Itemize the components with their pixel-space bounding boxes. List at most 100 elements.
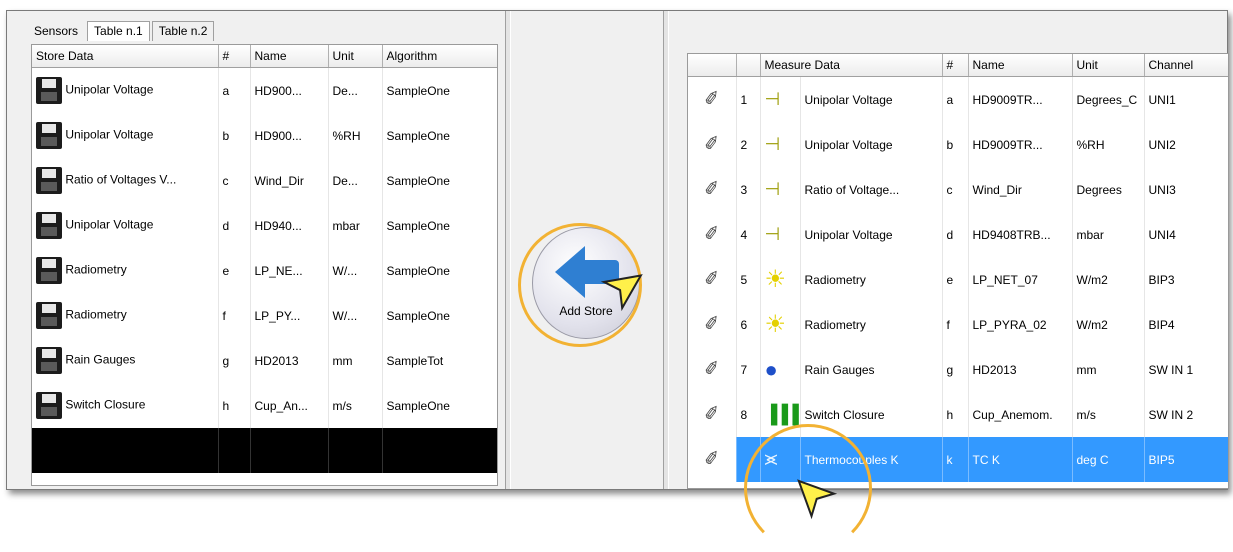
column-header-pen[interactable] [688,54,737,77]
column-header-index[interactable] [736,54,761,77]
row-name: Wind_Dir [250,158,329,203]
row-channel: BIP4 [1144,302,1228,347]
column-header-channel[interactable]: Channel [1144,54,1228,77]
measure-description: Rain Gauges [800,347,943,392]
floppy-disk-icon [36,122,62,149]
table-row[interactable]: ✐ 1 ⊣ Unipolar Voltage a HD9009TR... Deg… [688,76,1228,122]
column-header-algorithm[interactable]: Algorithm [382,45,497,68]
row-unit: mm [1072,347,1145,392]
measure-description: Ratio of Voltage... [800,167,943,212]
row-name: Cup_Anemom. [968,392,1073,437]
measure-description: Radiometry [800,302,943,347]
row-index: 7 [736,347,761,392]
row-id: a [218,67,251,113]
table-row[interactable]: ✐ 4 ⊣ Unipolar Voltage d HD9408TRB... mb… [688,212,1228,257]
pen-icon: ✐ [702,177,722,202]
row-channel: SW IN 1 [1144,347,1228,392]
left-splitter[interactable] [505,11,511,489]
row-name: Wind_Dir [968,167,1073,212]
row-index: 6 [736,302,761,347]
row-algorithm: SampleOne [382,67,497,113]
pen-icon: ✐ [702,312,722,337]
store-description: Switch Closure [65,397,146,412]
row-channel: UNI1 [1144,76,1228,122]
floppy-disk-icon [36,77,62,104]
row-unit: m/s [328,383,383,428]
floppy-disk-icon [36,347,62,374]
column-header-number[interactable]: # [942,54,969,77]
row-algorithm: SampleOne [382,113,497,158]
table-row[interactable]: Unipolar Voltage d HD940... mbar SampleO… [32,203,497,248]
tab-table-1[interactable]: Table n.1 [87,21,150,41]
table-row[interactable]: Unipolar Voltage a HD900... De... Sample… [32,67,497,113]
row-unit: mbar [328,203,383,248]
column-header-name[interactable]: Name [250,45,329,68]
column-header-measure-data[interactable]: Measure Data [760,54,943,77]
store-description: Radiometry [65,262,127,277]
row-name: HD900... [250,113,329,158]
row-index: 8 [736,392,761,437]
table-row[interactable]: ✐ 5 ☀ Radiometry e LP_NET_07 W/m2 BIP3 [688,257,1228,302]
empty-table-row [32,428,497,473]
row-id: c [218,158,251,203]
row-name: LP_PYRA_02 [968,302,1073,347]
right-splitter[interactable] [663,11,669,489]
row-name: LP_NET_07 [968,257,1073,302]
row-name: LP_NE... [250,248,329,293]
row-id: b [942,122,969,167]
measure-data-grid: Measure Data # Name Unit Channel ✐ 1 ⊣ U… [687,53,1229,489]
row-unit: W/m2 [1072,257,1145,302]
table-row[interactable]: Radiometry e LP_NE... W/... SampleOne [32,248,497,293]
pen-icon: ✐ [702,222,722,247]
row-channel: UNI3 [1144,167,1228,212]
column-header-name[interactable]: Name [968,54,1073,77]
row-id: e [942,257,969,302]
floppy-disk-icon [36,212,62,239]
row-index: 2 [736,122,761,167]
row-name: HD2013 [968,347,1073,392]
store-description: Radiometry [65,307,127,322]
row-unit: m/s [1072,392,1145,437]
table-row[interactable]: ✐ 2 ⊣ Unipolar Voltage b HD9009TR... %RH… [688,122,1228,167]
row-name: HD2013 [250,338,329,383]
lightbulb-icon: ☀ [764,266,787,293]
store-description: Unipolar Voltage [65,217,154,232]
row-algorithm: SampleOne [382,158,497,203]
row-id: h [942,392,969,437]
column-header-number[interactable]: # [218,45,251,68]
row-unit: De... [328,158,383,203]
row-channel: UNI2 [1144,122,1228,167]
row-unit: %RH [328,113,383,158]
table-row[interactable]: Unipolar Voltage b HD900... %RH SampleOn… [32,113,497,158]
table-row[interactable]: Ratio of Voltages V... c Wind_Dir De... … [32,158,497,203]
table-row[interactable]: Radiometry f LP_PY... W/... SampleOne [32,293,497,338]
table-row[interactable]: ✐ 6 ☀ Radiometry f LP_PYRA_02 W/m2 BIP4 [688,302,1228,347]
pen-icon: ✐ [702,357,722,382]
row-id: f [218,293,251,338]
column-header-store-data[interactable]: Store Data [32,45,219,68]
table-row[interactable]: ✐ 8 ▐▐▐ Switch Closure h Cup_Anemom. m/s… [688,392,1228,437]
floppy-disk-icon [36,302,62,329]
row-id: e [218,248,251,293]
row-name: HD900... [250,67,329,113]
column-header-unit[interactable]: Unit [1072,54,1145,77]
row-id: f [942,302,969,347]
table-row[interactable]: Rain Gauges g HD2013 mm SampleTot [32,338,497,383]
pen-icon: ✐ [702,87,722,112]
row-id: a [942,76,969,122]
tab-sensors[interactable]: Sensors [27,21,86,41]
store-description: Unipolar Voltage [65,127,154,142]
table-row[interactable]: Switch Closure h Cup_An... m/s SampleOne [32,383,497,428]
store-description: Unipolar Voltage [65,82,154,97]
row-name: HD940... [250,203,329,248]
row-channel: BIP3 [1144,257,1228,302]
tab-table-2[interactable]: Table n.2 [151,21,215,41]
row-algorithm: SampleOne [382,248,497,293]
table-row[interactable]: ✐ 7 ● Rain Gauges g HD2013 mm SW IN 1 [688,347,1228,392]
table-row[interactable]: ✐ 3 ⊣ Ratio of Voltage... c Wind_Dir Deg… [688,167,1228,212]
column-header-unit[interactable]: Unit [328,45,383,68]
row-id: d [942,212,969,257]
lightbulb-icon: ☀ [764,311,787,338]
row-index: 4 [736,212,761,257]
measure-description: Unipolar Voltage [800,212,943,257]
